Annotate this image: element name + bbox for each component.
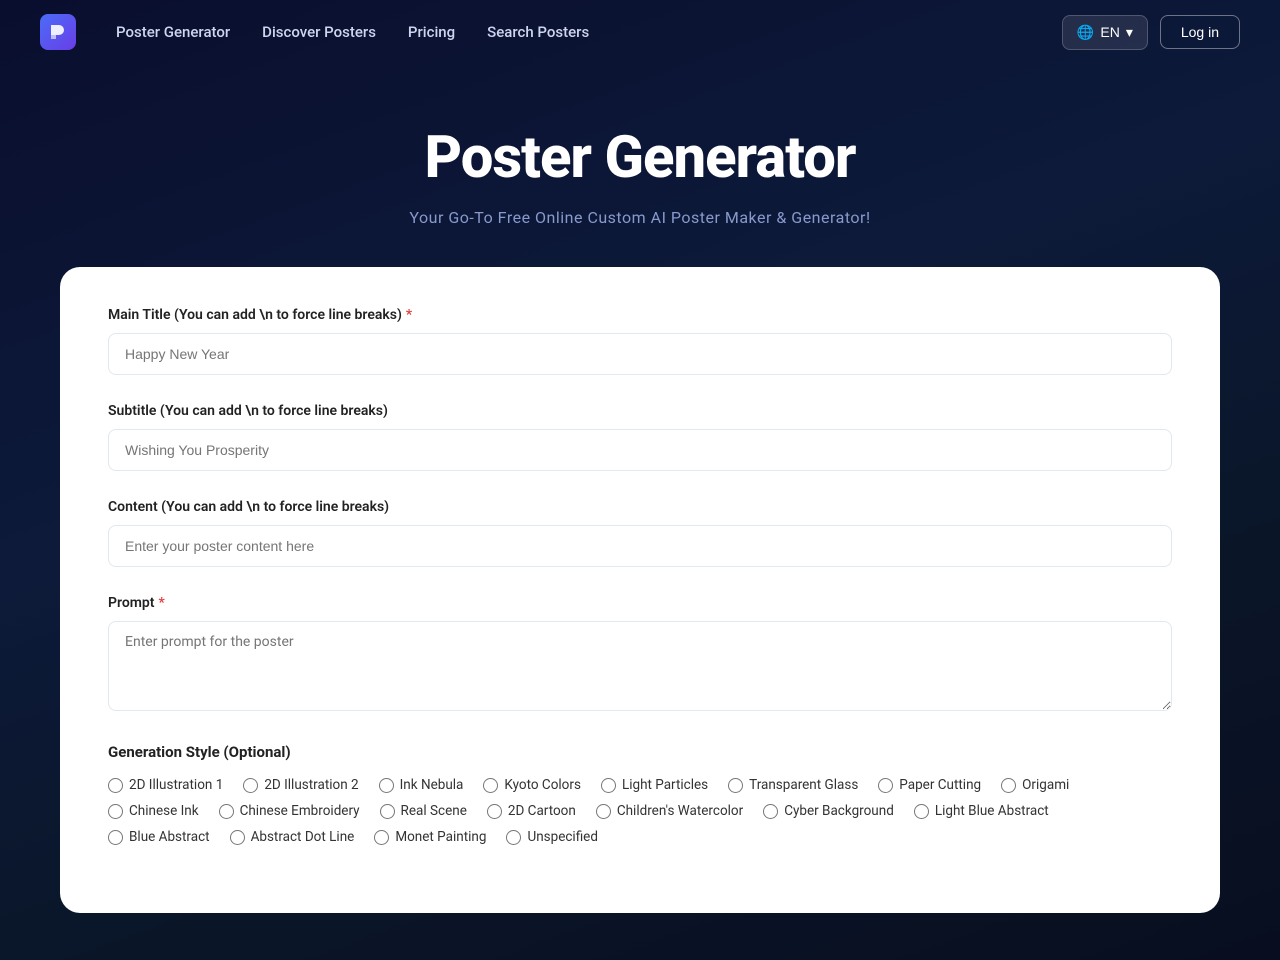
nav-pricing[interactable]: Pricing: [408, 23, 455, 41]
style-radio-chinese-embroidery[interactable]: [219, 804, 234, 819]
style-label: Unspecified: [527, 829, 598, 845]
style-radio-transparent-glass[interactable]: [728, 778, 743, 793]
main-title-group: Main Title (You can add \n to force line…: [108, 307, 1172, 375]
style-label: Light Blue Abstract: [935, 803, 1049, 819]
nav-poster-generator[interactable]: Poster Generator: [116, 23, 230, 41]
subtitle-input[interactable]: [108, 429, 1172, 471]
style-radio-light-particles[interactable]: [601, 778, 616, 793]
style-radio-light-blue-abstract[interactable]: [914, 804, 929, 819]
nav-discover-posters[interactable]: Discover Posters: [262, 23, 376, 41]
hero-title: Poster Generator: [20, 124, 1260, 192]
style-label: Kyoto Colors: [504, 777, 581, 793]
style-label: Chinese Embroidery: [240, 803, 360, 819]
style-radio-ink-nebula[interactable]: [379, 778, 394, 793]
style-option-origami[interactable]: Origami: [1001, 777, 1069, 793]
style-label: 2D Illustration 1: [129, 777, 223, 793]
subtitle-label: Subtitle (You can add \n to force line b…: [108, 403, 1172, 419]
nav-links: Poster Generator Discover Posters Pricin…: [116, 23, 1062, 41]
style-label: 2D Illustration 2: [264, 777, 358, 793]
style-radio-origami[interactable]: [1001, 778, 1016, 793]
nav-search-posters[interactable]: Search Posters: [487, 23, 589, 41]
hero-subtitle: Your Go-To Free Online Custom AI Poster …: [20, 208, 1260, 227]
style-label: Light Particles: [622, 777, 708, 793]
language-selector[interactable]: 🌐 EN ▾: [1062, 15, 1148, 50]
nav-right: 🌐 EN ▾ Log in: [1062, 15, 1240, 50]
style-radio-children's-watercolor[interactable]: [596, 804, 611, 819]
style-option-unspecified[interactable]: Unspecified: [506, 829, 598, 845]
style-radio-kyoto-colors[interactable]: [483, 778, 498, 793]
style-radio-paper-cutting[interactable]: [878, 778, 893, 793]
style-label: Cyber Background: [784, 803, 894, 819]
style-radio-2d-illustration-1[interactable]: [108, 778, 123, 793]
style-label: Monet Painting: [395, 829, 486, 845]
style-radio-unspecified[interactable]: [506, 830, 521, 845]
style-option-children's-watercolor[interactable]: Children's Watercolor: [596, 803, 743, 819]
style-option-monet-painting[interactable]: Monet Painting: [374, 829, 486, 845]
style-label: Real Scene: [401, 803, 467, 819]
logo-icon: [40, 14, 76, 50]
content-label: Content (You can add \n to force line br…: [108, 499, 1172, 515]
style-option-cyber-background[interactable]: Cyber Background: [763, 803, 894, 819]
chevron-down-icon: ▾: [1126, 24, 1133, 41]
prompt-group: Prompt*: [108, 595, 1172, 715]
style-option-light-particles[interactable]: Light Particles: [601, 777, 708, 793]
style-option-chinese-embroidery[interactable]: Chinese Embroidery: [219, 803, 360, 819]
style-option-2d-cartoon[interactable]: 2D Cartoon: [487, 803, 576, 819]
style-option-ink-nebula[interactable]: Ink Nebula: [379, 777, 464, 793]
navbar: Poster Generator Discover Posters Pricin…: [0, 0, 1280, 64]
style-radio-chinese-ink[interactable]: [108, 804, 123, 819]
lang-label: EN: [1100, 24, 1119, 40]
style-label: Paper Cutting: [899, 777, 981, 793]
style-label: Ink Nebula: [400, 777, 464, 793]
main-title-label: Main Title (You can add \n to force line…: [108, 307, 1172, 323]
style-radio-2d-cartoon[interactable]: [487, 804, 502, 819]
style-radio-monet-painting[interactable]: [374, 830, 389, 845]
style-option-transparent-glass[interactable]: Transparent Glass: [728, 777, 858, 793]
main-title-input[interactable]: [108, 333, 1172, 375]
content-input[interactable]: [108, 525, 1172, 567]
style-label: 2D Cartoon: [508, 803, 576, 819]
hero-section: Poster Generator Your Go-To Free Online …: [0, 64, 1280, 267]
style-label: Origami: [1022, 777, 1069, 793]
style-option-blue-abstract[interactable]: Blue Abstract: [108, 829, 210, 845]
prompt-textarea[interactable]: [108, 621, 1172, 711]
style-option-kyoto-colors[interactable]: Kyoto Colors: [483, 777, 581, 793]
style-label: Abstract Dot Line: [251, 829, 355, 845]
style-label: Children's Watercolor: [617, 803, 743, 819]
logo[interactable]: [40, 14, 76, 50]
style-label: Blue Abstract: [129, 829, 210, 845]
style-option-abstract-dot-line[interactable]: Abstract Dot Line: [230, 829, 355, 845]
generation-style-label: Generation Style (Optional): [108, 743, 1172, 761]
style-label: Transparent Glass: [749, 777, 858, 793]
style-radio-blue-abstract[interactable]: [108, 830, 123, 845]
generation-style-group: Generation Style (Optional) 2D Illustrat…: [108, 743, 1172, 845]
style-radio-2d-illustration-2[interactable]: [243, 778, 258, 793]
login-button[interactable]: Log in: [1160, 15, 1240, 49]
style-options-container: 2D Illustration 1 2D Illustration 2 Ink Ne…: [108, 777, 1172, 845]
main-title-required: *: [406, 307, 412, 323]
style-option-real-scene[interactable]: Real Scene: [380, 803, 467, 819]
style-radio-cyber-background[interactable]: [763, 804, 778, 819]
style-option-light-blue-abstract[interactable]: Light Blue Abstract: [914, 803, 1049, 819]
style-option-chinese-ink[interactable]: Chinese Ink: [108, 803, 199, 819]
style-label: Chinese Ink: [129, 803, 199, 819]
style-option-2d-illustration-1[interactable]: 2D Illustration 1: [108, 777, 223, 793]
content-group: Content (You can add \n to force line br…: [108, 499, 1172, 567]
style-option-2d-illustration-2[interactable]: 2D Illustration 2: [243, 777, 358, 793]
form-card: Main Title (You can add \n to force line…: [60, 267, 1220, 913]
prompt-label: Prompt*: [108, 595, 1172, 611]
style-radio-real-scene[interactable]: [380, 804, 395, 819]
style-radio-abstract-dot-line[interactable]: [230, 830, 245, 845]
prompt-required: *: [159, 595, 165, 611]
subtitle-group: Subtitle (You can add \n to force line b…: [108, 403, 1172, 471]
style-option-paper-cutting[interactable]: Paper Cutting: [878, 777, 981, 793]
globe-icon: 🌐: [1077, 24, 1094, 41]
